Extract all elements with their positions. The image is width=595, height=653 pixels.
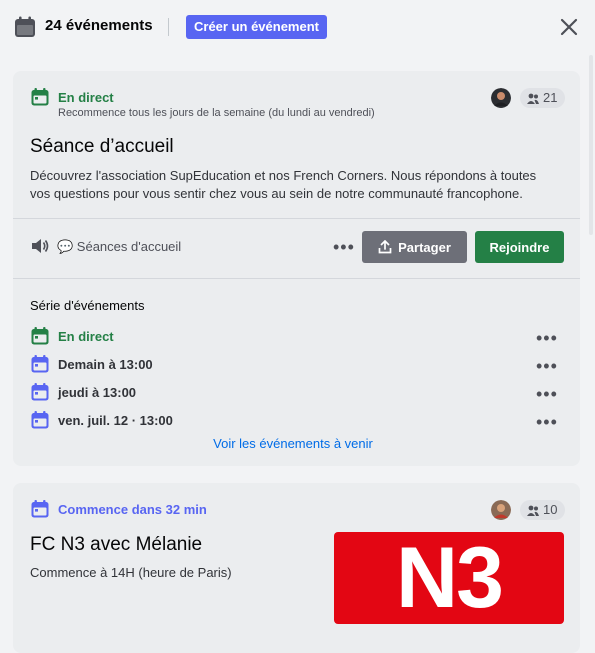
join-button[interactable]: Rejoindre (475, 231, 564, 263)
series-item-label: Demain à 13:00 (58, 357, 153, 372)
event-card[interactable]: Commence dans 32 min 10 FC N3 avec Mélan… (13, 483, 580, 653)
divider (13, 278, 580, 279)
calendar-icon (31, 411, 49, 429)
people-icon (527, 505, 539, 516)
cover-image-text: N3 (396, 529, 504, 626)
event-card[interactable]: En direct Recommence tous les jours de l… (13, 71, 580, 466)
series-more-button[interactable]: ••• (536, 385, 558, 403)
interested-count-value: 21 (543, 90, 558, 105)
calendar-icon (31, 500, 49, 518)
avatar[interactable] (491, 500, 511, 520)
series-item[interactable]: ven. juil. 12 · 13:00 ••• (13, 409, 580, 437)
modal-header: 24 événements Créer un événement (0, 0, 595, 55)
event-status: En direct (58, 90, 114, 105)
series-item-label: En direct (58, 329, 114, 344)
event-status: Commence dans 32 min (58, 502, 207, 517)
calendar-icon (31, 327, 49, 345)
share-label: Partager (398, 239, 451, 255)
description-line: vos questions pour vous sentir chez vous… (30, 186, 523, 201)
more-options-button[interactable]: ••• (333, 238, 355, 256)
series-more-button[interactable]: ••• (536, 357, 558, 375)
series-item[interactable]: Demain à 13:00 ••• (13, 353, 580, 381)
header-divider (168, 18, 169, 36)
scrollbar[interactable] (589, 55, 593, 235)
series-item-label: jeudi à 13:00 (58, 385, 137, 400)
event-count: 24 événements (45, 17, 153, 34)
series-more-button[interactable]: ••• (536, 329, 558, 347)
share-icon (378, 240, 392, 254)
calendar-icon (31, 383, 49, 401)
series-item[interactable]: En direct ••• (13, 325, 580, 353)
calendar-icon (15, 16, 35, 37)
series-title: Série d'événements (30, 298, 145, 313)
event-title: FC N3 avec Mélanie (30, 534, 203, 555)
calendar-icon (31, 355, 49, 373)
avatar[interactable] (491, 88, 511, 108)
event-title: Séance d’accueil (30, 136, 174, 157)
calendar-icon (31, 88, 49, 106)
interested-count[interactable]: 21 (520, 88, 566, 108)
upcoming-events-link[interactable]: Voir les événements à venir (13, 436, 573, 451)
event-description: Commence à 14H (heure de Paris) (30, 565, 232, 580)
description-line: Découvrez l'association SupEducation et … (30, 168, 537, 183)
series-item-label: ven. juil. 12 · 13:00 (58, 413, 173, 428)
people-icon (527, 93, 539, 104)
interested-count-value: 10 (543, 502, 558, 517)
series-item[interactable]: jeudi à 13:00 ••• (13, 381, 580, 409)
divider (13, 218, 580, 219)
series-more-button[interactable]: ••• (536, 413, 558, 431)
channel-name[interactable]: 💬 Séances d'accueil (57, 239, 181, 255)
event-cover-image[interactable]: N3 (334, 530, 564, 626)
speaker-icon (32, 239, 49, 253)
event-recurrence: Recommence tous les jours de la semaine … (58, 107, 375, 119)
create-event-button[interactable]: Créer un événement (186, 15, 327, 39)
share-button[interactable]: Partager (362, 231, 467, 263)
close-icon[interactable] (559, 17, 579, 37)
interested-count[interactable]: 10 (520, 500, 566, 520)
event-description: Découvrez l'association SupEducation et … (30, 167, 570, 203)
